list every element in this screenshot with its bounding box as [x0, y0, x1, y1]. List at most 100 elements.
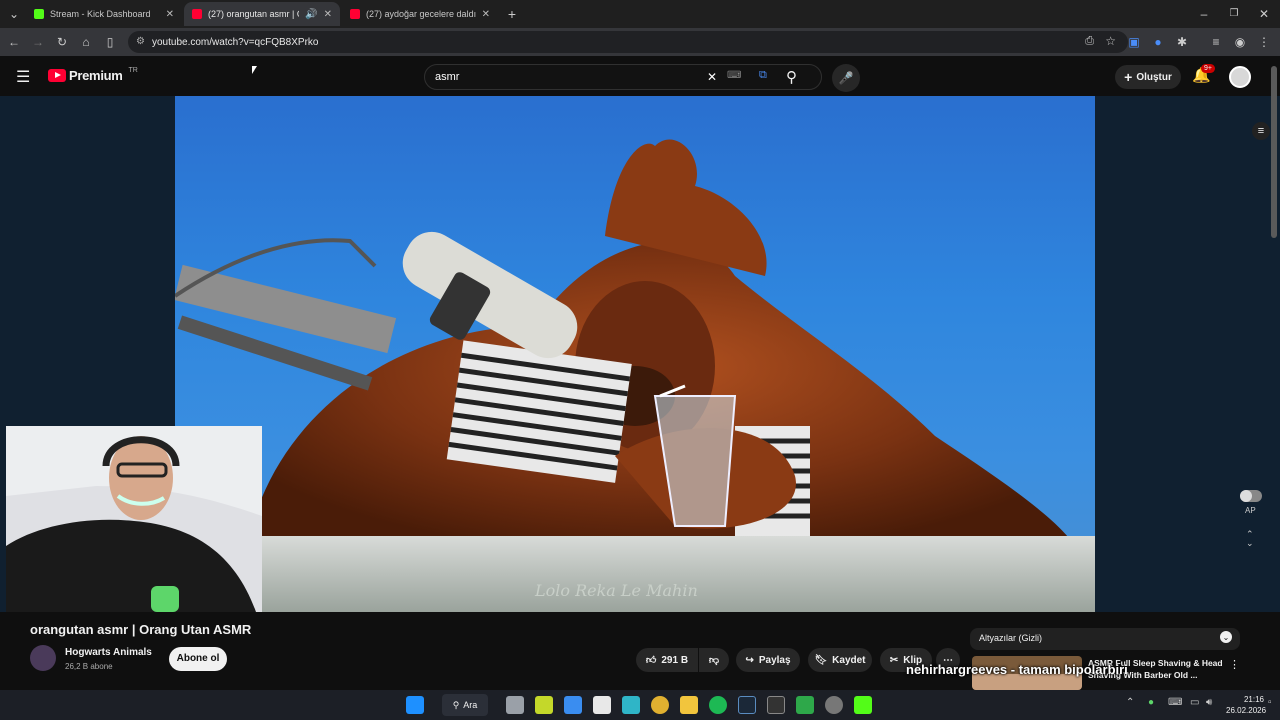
subscriber-count: 26,2 B abone	[65, 662, 113, 671]
steam-icon[interactable]	[738, 696, 756, 714]
store-icon[interactable]	[564, 696, 582, 714]
kick-taskbar-icon[interactable]	[854, 696, 872, 714]
new-tab-icon[interactable]: +	[504, 6, 520, 22]
notification-center-icon[interactable]: ▫	[1268, 697, 1272, 708]
extensions-puzzle-icon[interactable]: ✱	[1174, 34, 1190, 50]
tab-kick-dashboard[interactable]: Stream - Kick Dashboard ✕	[26, 2, 182, 26]
youtube-icon	[192, 9, 202, 19]
video-frame: Lolo Reka Le Mahin	[175, 139, 1095, 612]
install-app-icon[interactable]: ⎙	[1085, 35, 1094, 48]
game-icon[interactable]	[796, 696, 814, 714]
mouse-cursor-icon	[252, 66, 257, 74]
browser-menu-icon[interactable]: ⋮	[1256, 34, 1272, 50]
microphone-tray-icon[interactable]: ●	[1148, 697, 1154, 708]
window-close-icon[interactable]: ✕	[1256, 6, 1272, 22]
taskbar-clock[interactable]: 21:16 26.02.2026	[1226, 694, 1266, 716]
taskbar-search[interactable]: ⚲ Ara	[442, 694, 488, 716]
browser-toolbar: ← → ↻ ⌂ ▯ ⚙ youtube.com/watch?v=qcFQB8XP…	[0, 28, 1280, 56]
home-icon[interactable]: ⌂	[78, 34, 94, 50]
scissors-icon: ✂	[889, 654, 899, 666]
dislike-button[interactable]: 👎︎	[699, 648, 729, 672]
tab-search-icon[interactable]: ⌄	[6, 6, 22, 22]
close-icon[interactable]: ✕	[166, 9, 174, 20]
stream-chat-overlay: nehirhargreeves - tamam bipolarbiri	[906, 662, 1128, 677]
translate-extension-icon[interactable]: ▣	[1126, 34, 1142, 50]
task-view-icon[interactable]	[506, 696, 524, 714]
windows-start-icon[interactable]	[406, 696, 424, 714]
video-menu-icon[interactable]: ⋮	[1229, 658, 1240, 671]
save-button[interactable]: 🔖︎ Kaydet	[808, 648, 872, 672]
thumbs-up-icon: 👍︎	[645, 655, 657, 666]
video-title: orangutan asmr | Orang Utan ASMR	[30, 622, 252, 637]
close-icon[interactable]: ✕	[324, 9, 332, 20]
forward-icon[interactable]: →	[30, 34, 46, 50]
voice-search-icon[interactable]: 🎤	[832, 64, 860, 92]
video-watermark: Lolo Reka Le Mahin	[534, 581, 698, 600]
back-icon[interactable]: ←	[6, 34, 22, 50]
tab-youtube-orangutan[interactable]: (27) orangutan asmr | Orang Utan ASMR 🔊 …	[184, 2, 340, 26]
minimize-icon[interactable]: –	[1196, 6, 1212, 22]
tab-title: (27) orangutan asmr | Orang Utan ASMR	[208, 9, 299, 19]
obs-icon[interactable]	[825, 696, 843, 714]
restore-icon[interactable]: ❐	[1226, 6, 1242, 22]
extension-icon[interactable]: ●	[1150, 34, 1166, 50]
playlist-menu-icon[interactable]: ≡	[1252, 122, 1270, 140]
profile-avatar-icon[interactable]: ◉	[1232, 34, 1248, 50]
volume-icon[interactable]: 🔊︎	[1206, 697, 1212, 708]
notification-badge: 9+	[1201, 64, 1215, 73]
desk-surface	[175, 536, 1095, 612]
tray-chevron-icon[interactable]: ⌃	[1126, 697, 1134, 708]
page-scrollbar[interactable]	[1271, 66, 1277, 238]
create-button[interactable]: + Oluştur	[1115, 65, 1181, 89]
clear-search-icon[interactable]: ✕	[707, 70, 717, 84]
clock-time: 21:16	[1243, 695, 1264, 704]
translate-icon[interactable]: ⧉	[759, 69, 767, 82]
share-button[interactable]: ↪ Paylaş	[736, 648, 800, 672]
like-button[interactable]: 👍︎ 291 B	[636, 648, 698, 672]
widgets-icon[interactable]	[535, 696, 553, 714]
expand-chevrons-icon[interactable]: ⌃ ⌄	[1246, 530, 1254, 548]
tab-title: (27) aydoğar gecelere daldım o	[366, 9, 476, 19]
bookmark-icon: 🔖︎	[814, 654, 828, 666]
browser-tab-bar: ⌄ Stream - Kick Dashboard ✕ (27) orangut…	[0, 0, 1280, 28]
youtube-premium-logo[interactable]: Premium TR	[48, 67, 138, 83]
file-explorer-icon[interactable]	[680, 696, 698, 714]
snipping-tool-icon[interactable]	[593, 696, 611, 714]
hamburger-menu-icon[interactable]: ☰	[16, 67, 30, 87]
speaker-icon[interactable]: 🔊	[305, 9, 317, 20]
app-icon[interactable]	[622, 696, 640, 714]
split-view-icon[interactable]: ▯	[102, 34, 118, 50]
subscribe-button[interactable]: Abone ol	[169, 647, 227, 671]
green-object	[151, 586, 179, 612]
channel-avatar[interactable]	[30, 645, 56, 671]
search-input[interactable]: asmr ✕ ⌨ ⧉	[424, 64, 822, 90]
bookmark-star-icon[interactable]: ☆	[1105, 34, 1116, 48]
tab-youtube-aydogar[interactable]: (27) aydoğar gecelere daldım o ✕	[342, 2, 498, 26]
chevron-down-icon[interactable]: ⌄	[1220, 631, 1232, 643]
keyboard-icon[interactable]: ⌨	[727, 70, 741, 81]
kick-icon	[34, 9, 44, 19]
keyboard-tray-icon[interactable]: ⌨	[1168, 697, 1182, 708]
like-count: 291 B	[661, 654, 689, 666]
create-label: Oluştur	[1136, 71, 1172, 83]
plus-icon: +	[1124, 69, 1133, 85]
media-control-icon[interactable]: ≡	[1208, 34, 1224, 50]
chrome-icon[interactable]	[651, 696, 669, 714]
channel-name[interactable]: Hogwarts Animals	[65, 647, 152, 658]
taskbar-search-label: Ara	[463, 700, 478, 710]
captions-panel-header[interactable]: Altyazılar (Gizli) ⌄	[970, 628, 1240, 650]
close-icon[interactable]: ✕	[482, 9, 490, 20]
autoplay-label: AP	[1245, 506, 1256, 515]
windows-taskbar	[0, 690, 1280, 720]
search-icon[interactable]: ⚲	[786, 68, 797, 86]
url-bar[interactable]: ⚙ youtube.com/watch?v=qcFQB8XPrko ⎙ ☆	[128, 31, 1128, 53]
terminal-icon[interactable]	[767, 696, 785, 714]
site-info-icon[interactable]: ⚙	[136, 36, 145, 47]
spotify-icon[interactable]	[709, 696, 727, 714]
autoplay-toggle[interactable]	[1240, 490, 1262, 502]
video-player[interactable]: Lolo Reka Le Mahin	[175, 96, 1095, 612]
network-icon[interactable]: ▭	[1190, 697, 1199, 708]
account-avatar[interactable]	[1229, 66, 1251, 88]
reload-icon[interactable]: ↻	[54, 34, 70, 50]
save-label: Kaydet	[832, 654, 866, 666]
